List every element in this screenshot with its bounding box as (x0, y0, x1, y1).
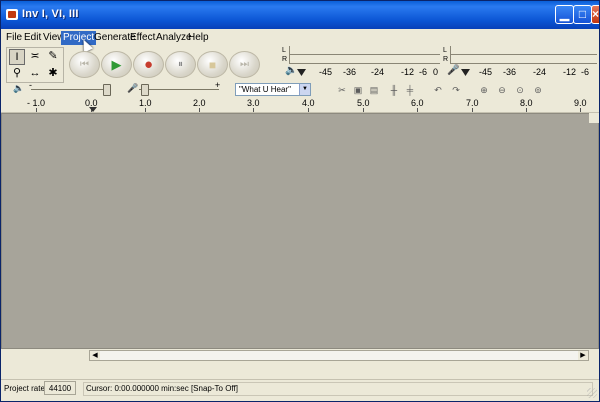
output-meter-right-bar (289, 55, 440, 64)
input-volume-slider[interactable] (139, 84, 219, 96)
skip-to-start-button[interactable]: ⏮ (69, 51, 100, 78)
output-meter-right-label: R (282, 56, 288, 63)
input-volume-icon: 🎤 (127, 83, 139, 93)
input-meter-right-bar (450, 55, 597, 64)
project-rate-label: Project rate: (4, 384, 48, 393)
record-button[interactable]: ● (133, 51, 164, 78)
cut-icon[interactable]: ✂ (335, 84, 349, 97)
menu-effect[interactable]: Effect (128, 31, 157, 45)
undo-icon[interactable]: ↶ (431, 84, 445, 97)
redo-icon[interactable]: ↷ (449, 84, 463, 97)
input-meter-menu-icon[interactable] (461, 69, 470, 76)
menu-help[interactable]: Help (186, 31, 211, 45)
skip-start-icon: ⏮ (80, 59, 89, 70)
ruler-tick (417, 108, 418, 112)
cursor-status-text: Cursor: 0:00.000000 min:sec [Snap-To Off… (83, 382, 593, 396)
ruler-tick (145, 108, 146, 112)
project-rate-select[interactable]: 44100 (44, 381, 76, 395)
chevron-down-icon[interactable]: ▼ (299, 84, 310, 95)
output-scale-label: -6 (419, 67, 428, 77)
draw-tool-icon[interactable]: ✎ (45, 49, 61, 65)
envelope-tool-icon[interactable]: ≍ (27, 49, 43, 65)
speaker-icon[interactable]: 🔈 (285, 65, 297, 76)
output-meter-left-bar (289, 46, 440, 55)
record-icon: ● (143, 56, 154, 73)
input-slider-max: + (215, 80, 221, 90)
paste-icon[interactable]: ▤ (367, 84, 381, 97)
meter-toolbar: L R L R 🔈 -45 -36 -24 -12 -6 0 🎤 -45 -36… (279, 45, 599, 83)
output-meter-left-label: L (282, 47, 286, 54)
tools-toolbar: I ≍ ✎ ⚲ ↔ ✱ (6, 47, 64, 83)
silence-icon[interactable]: ╪ (403, 84, 417, 97)
selection-tool-icon[interactable]: I (9, 49, 25, 65)
ruler-tick (199, 108, 200, 112)
ruler-tick (526, 108, 527, 112)
window-title: Inv I, VI, III (22, 8, 79, 20)
microphone-icon[interactable]: 🎤 (447, 65, 459, 76)
timeline-ruler[interactable]: - 1.0 0.0 1.0 2.0 3.0 4.0 5.0 6.0 7.0 8.… (1, 98, 599, 113)
output-scale-label: -12 (401, 67, 415, 77)
scroll-right-icon[interactable]: ▶ (578, 351, 588, 360)
fit-project-icon[interactable]: ⊚ (531, 84, 545, 97)
pause-icon: ⏸ (178, 59, 183, 70)
ruler-tick (308, 108, 309, 112)
skip-to-end-button[interactable]: ⏭ (229, 51, 260, 78)
horizontal-scrollbar[interactable]: ◀ ▶ (89, 350, 589, 361)
output-volume-thumb[interactable] (103, 84, 111, 96)
input-scale-label: -24 (533, 67, 547, 77)
output-meter-menu-icon[interactable] (297, 69, 306, 76)
input-meter-right-label: R (443, 56, 449, 63)
pause-button[interactable]: ⏸ (165, 51, 196, 78)
resize-grip-icon[interactable] (587, 388, 597, 398)
scroll-up-button[interactable] (589, 113, 599, 123)
output-scale-label: -36 (343, 67, 357, 77)
zoom-tool-icon[interactable]: ⚲ (9, 66, 25, 82)
output-volume-icon: 🔈 (13, 83, 25, 93)
copy-icon[interactable]: ▣ (351, 84, 365, 97)
ruler-tick (472, 108, 473, 112)
maximize-button[interactable]: □ (573, 5, 592, 24)
trim-icon[interactable]: ╫ (387, 84, 401, 97)
output-scale-label: 0 (433, 67, 439, 77)
ruler-tick (253, 108, 254, 112)
input-source-select[interactable]: "What U Hear" ▼ (235, 83, 311, 96)
fit-selection-icon[interactable]: ⊙ (513, 84, 527, 97)
app-icon (6, 9, 18, 20)
output-volume-slider[interactable] (31, 84, 111, 96)
track-panel[interactable] (1, 113, 599, 349)
mixer-edit-toolbar: 🔈 - 🎤 + "What U Hear" ▼ ✂ ▣ ▤ ╫ ╪ ↶ ↷ ⊕ … (1, 80, 599, 99)
input-scale-label: -12 (563, 67, 577, 77)
play-button[interactable]: ▶ (101, 51, 132, 78)
stop-button[interactable]: ■ (197, 51, 228, 78)
ruler-tick (363, 108, 364, 112)
input-scale-label: -36 (503, 67, 517, 77)
minimize-button[interactable]: ▁ (555, 5, 574, 24)
output-scale-label: -45 (319, 67, 333, 77)
input-meter-left-label: L (443, 47, 447, 54)
play-head-marker-icon (89, 107, 97, 112)
audacity-window: Inv I, VI, III ▁ □ × File Edit View Proj… (0, 0, 600, 402)
input-volume-thumb[interactable] (141, 84, 149, 96)
close-button[interactable]: × (591, 5, 599, 24)
play-icon: ▶ (111, 56, 122, 72)
input-scale-label: -45 (479, 67, 493, 77)
zoom-out-icon[interactable]: ⊖ (495, 84, 509, 97)
input-meter-left-bar (450, 46, 597, 55)
zoom-in-icon[interactable]: ⊕ (477, 84, 491, 97)
title-bar[interactable]: Inv I, VI, III ▁ □ × (1, 1, 599, 29)
skip-end-icon: ⏭ (240, 59, 249, 70)
input-scale-label: -6 (581, 67, 590, 77)
stop-icon: ■ (208, 57, 217, 72)
input-source-value: "What U Hear" (239, 85, 291, 94)
output-scale-label: -24 (371, 67, 385, 77)
scroll-left-icon[interactable]: ◀ (90, 351, 100, 360)
ruler-tick (580, 108, 581, 112)
status-bar: Project rate: 44100 Cursor: 0:00.000000 … (1, 379, 599, 400)
multi-tool-icon[interactable]: ✱ (45, 66, 61, 82)
ruler-tick (36, 108, 37, 112)
